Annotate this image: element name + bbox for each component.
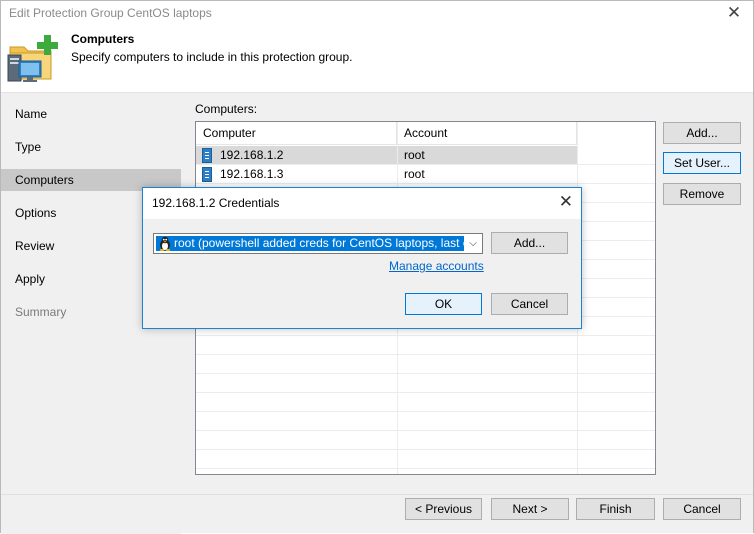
table-row[interactable]: 192.168.1.3 root <box>196 165 577 184</box>
row-separator <box>196 430 655 431</box>
manage-accounts-link[interactable]: Manage accounts <box>389 259 484 273</box>
wizard-header: Computers Specify computers to include i… <box>1 27 753 93</box>
row-separator <box>196 335 655 336</box>
row-separator <box>196 468 655 469</box>
computer-cell: 192.168.1.2 <box>220 148 284 162</box>
row-separator <box>196 354 655 355</box>
sidebar-item-name[interactable]: Name <box>1 103 181 125</box>
row-separator <box>196 392 655 393</box>
dialog-title: 192.168.1.2 Credentials <box>152 196 280 210</box>
column-header-account[interactable]: Account <box>397 122 577 145</box>
selected-credential: root (powershell added creds for CentOS … <box>156 236 464 251</box>
row-separator <box>196 183 655 184</box>
dialog-title-bar: 192.168.1.2 Credentials ✕ <box>143 188 581 219</box>
account-cell: root <box>404 167 425 181</box>
cancel-button[interactable]: Cancel <box>663 498 741 520</box>
finish-button[interactable]: Finish <box>576 498 655 520</box>
row-separator <box>196 373 655 374</box>
remove-computer-button[interactable]: Remove <box>663 183 741 205</box>
table-header: Computer Account <box>196 122 655 145</box>
next-button[interactable]: Next > <box>491 498 569 520</box>
row-separator <box>196 449 655 450</box>
dialog-cancel-button[interactable]: Cancel <box>491 293 568 315</box>
server-icon <box>202 167 212 182</box>
sidebar-item-type[interactable]: Type <box>1 136 181 158</box>
account-cell: root <box>404 148 425 162</box>
computers-label: Computers: <box>195 102 258 116</box>
column-header-computer[interactable]: Computer <box>196 122 397 145</box>
add-credentials-button[interactable]: Add... <box>491 232 568 254</box>
credential-text: root (powershell added creds for CentOS … <box>174 236 464 250</box>
title-bar: Edit Protection Group CentOS laptops ✕ <box>1 1 753 27</box>
table-row[interactable]: 192.168.1.2 root <box>196 146 577 165</box>
server-icon <box>202 148 212 163</box>
ok-button[interactable]: OK <box>405 293 482 315</box>
window-close-icon[interactable]: ✕ <box>721 1 747 25</box>
wizard-window: Edit Protection Group CentOS laptops ✕ C… <box>0 0 754 534</box>
chevron-down-icon[interactable]: ⌵ <box>466 236 480 251</box>
computer-cell: 192.168.1.3 <box>220 167 284 181</box>
page-title: Computers <box>71 32 135 46</box>
credentials-dialog: 192.168.1.2 Credentials ✕ root (powershe… <box>142 187 582 329</box>
linux-penguin-icon <box>158 236 172 251</box>
row-separator <box>196 411 655 412</box>
page-subtitle: Specify computers to include in this pro… <box>71 50 353 64</box>
set-user-button[interactable]: Set User... <box>663 152 741 174</box>
dialog-close-icon[interactable]: ✕ <box>559 192 573 212</box>
protection-group-add-icon <box>7 33 63 87</box>
previous-button[interactable]: < Previous <box>405 498 482 520</box>
credentials-dropdown[interactable]: root (powershell added creds for CentOS … <box>153 233 483 254</box>
window-title: Edit Protection Group CentOS laptops <box>9 6 212 20</box>
row-separator <box>196 164 655 165</box>
add-computer-button[interactable]: Add... <box>663 122 741 144</box>
